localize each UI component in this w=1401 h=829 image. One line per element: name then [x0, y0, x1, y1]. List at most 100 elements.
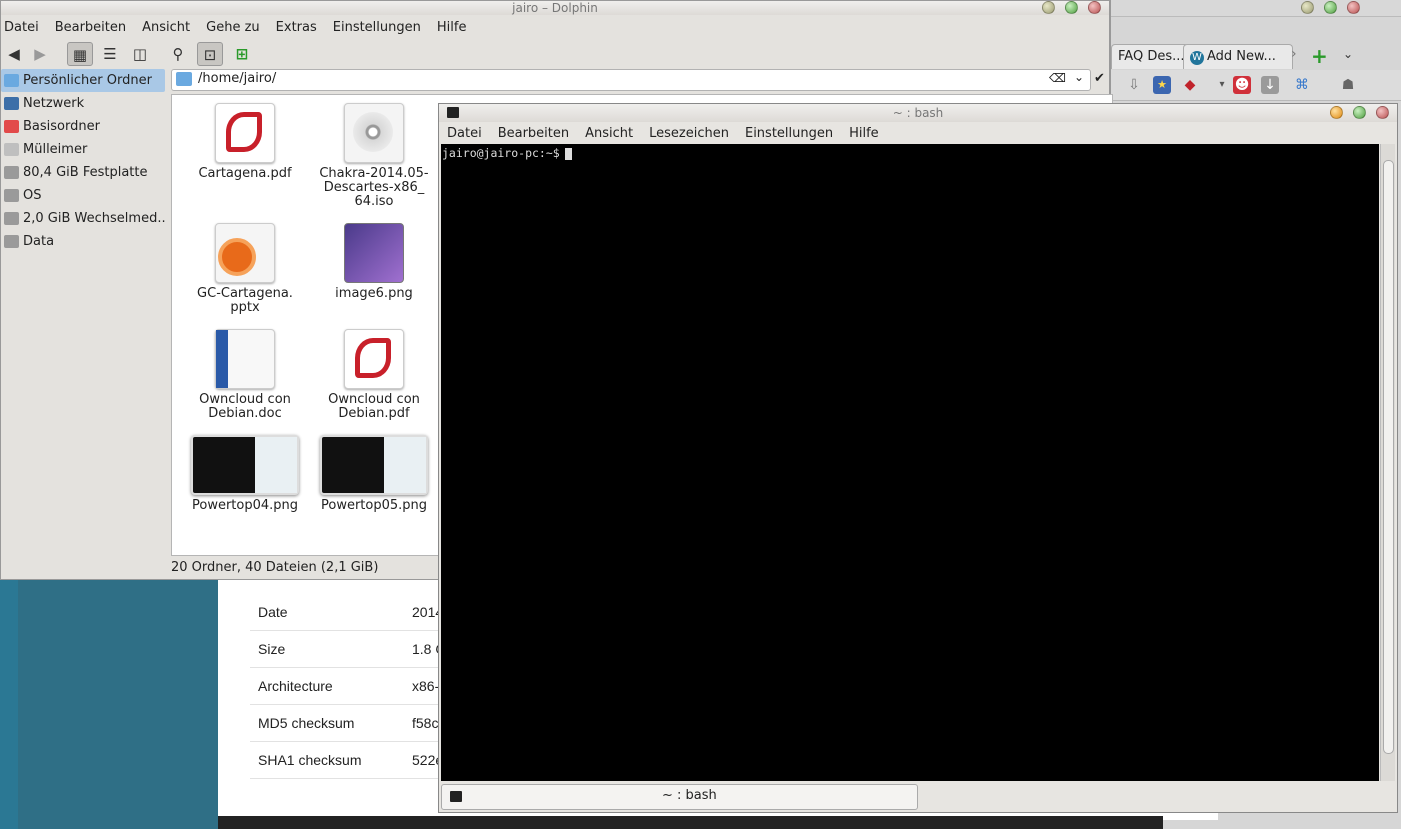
konsole-menubar: Datei Bearbeiten Ansicht Lesezeichen Einstel…	[439, 122, 1397, 144]
presentation-icon	[215, 223, 275, 283]
places-item[interactable]: Mülleimer	[1, 138, 165, 161]
pocket-icon[interactable]: ◆	[1181, 76, 1199, 94]
file-item[interactable]: GC-Cartagena. pptx	[185, 223, 305, 315]
clear-icon[interactable]: ⌫	[1049, 71, 1066, 85]
minimize-button[interactable]	[1300, 1, 1314, 14]
close-button[interactable]	[1347, 1, 1360, 14]
menu-item[interactable]: Hilfe	[437, 20, 467, 35]
browser-tab[interactable]: W Add New...	[1183, 44, 1293, 69]
pie-shape	[218, 238, 256, 276]
dropdown-arrow-icon[interactable]: ▾	[1213, 76, 1231, 94]
browser-toolbar: ⇩ ★ ◆ ▾ ☻ ↓ ⌘ ☗	[1111, 70, 1401, 101]
menu-item[interactable]: Bearbeiten	[498, 126, 569, 141]
location-bar[interactable]: /home/jairo/ ⌫ ⌄	[171, 69, 1091, 91]
png-icon	[344, 223, 404, 283]
file-item[interactable]: Owncloud con Debian.pdf	[314, 329, 434, 421]
terminal-app-icon	[447, 107, 459, 118]
file-item[interactable]: Chakra-2014.05- Descartes-x86_ 64.iso	[314, 103, 434, 209]
place-icon	[4, 143, 19, 156]
place-label: 2,0 GiB Wechselmed...	[23, 211, 165, 226]
icons-view-icon[interactable]: ▦	[67, 42, 93, 66]
file-name: Debian.pdf	[338, 406, 410, 421]
terminal-scrollbar[interactable]	[1380, 144, 1395, 781]
bookmark-star-icon[interactable]: ★	[1153, 76, 1171, 94]
menu-item[interactable]: Bearbeiten	[55, 20, 126, 35]
file-item[interactable]: image6.png	[314, 223, 434, 301]
places-item[interactable]: 80,4 GiB Festplatte	[1, 161, 165, 184]
chevron-down-icon[interactable]: ⌄	[1343, 47, 1353, 61]
file-name: Debian.doc	[208, 406, 282, 421]
ghost-icon[interactable]: ☗	[1339, 76, 1357, 94]
menu-item[interactable]: Einstellungen	[745, 126, 833, 141]
status-text: 20 Ordner, 40 Dateien (2,1 GiB)	[171, 560, 379, 575]
place-icon	[4, 97, 19, 110]
konsole-titlebar: ~ : bash	[439, 104, 1397, 122]
places-item[interactable]: Basisordner	[1, 115, 165, 138]
row-value: x86-	[412, 678, 440, 694]
file-name: Chakra-2014.05-	[319, 166, 429, 181]
file-item[interactable]: Powertop04.png	[185, 435, 305, 513]
details-view-icon[interactable]: ☰	[97, 42, 123, 66]
place-icon	[4, 120, 19, 133]
session-tab[interactable]: ~ : bash	[441, 784, 918, 810]
text-cursor	[564, 147, 572, 160]
places-item[interactable]: Netzwerk	[1, 92, 165, 115]
terminal-area[interactable]: jairo@jairo-pc:~$	[441, 144, 1379, 781]
menu-item[interactable]: Datei	[447, 126, 482, 141]
maximize-button[interactable]	[1323, 1, 1337, 14]
file-item[interactable]: Cartagena.pdf	[185, 103, 305, 181]
file-item[interactable]: Powertop05.png	[314, 435, 434, 513]
split-view-icon[interactable]: ◫	[127, 42, 153, 66]
close-button[interactable]	[1088, 1, 1101, 14]
browser-tab[interactable]: FAQ Des...	[1111, 44, 1189, 69]
places-item[interactable]: Data	[1, 230, 165, 253]
konsole-window: ~ : bash Datei Bearbeiten Ansicht Lesezeich…	[438, 103, 1398, 813]
new-tab-icon[interactable]: ⊞	[229, 42, 255, 66]
wordpress-icon: W	[1190, 51, 1204, 65]
minimize-button[interactable]	[1042, 1, 1056, 14]
menu-item[interactable]: Lesezeichen	[649, 126, 729, 141]
close-button[interactable]	[1376, 106, 1389, 119]
chevron-right-icon[interactable]: ›	[1291, 46, 1297, 62]
minimize-button[interactable]	[1330, 106, 1344, 119]
place-icon	[4, 74, 19, 87]
screenshot-thumb	[320, 435, 428, 495]
places-item[interactable]: 2,0 GiB Wechselmed...	[1, 207, 165, 230]
menu-item[interactable]: Gehe zu	[206, 20, 260, 35]
network-icon[interactable]: ⌘	[1293, 76, 1311, 94]
menu-item[interactable]: Ansicht	[585, 126, 633, 141]
menu-item[interactable]: Ansicht	[142, 20, 190, 35]
window-title: jairo – Dolphin	[512, 1, 598, 15]
back-arrow-icon[interactable]: ◀	[1, 42, 27, 66]
menu-item[interactable]: Extras	[276, 20, 317, 35]
search-icon[interactable]: ⚲	[165, 42, 191, 66]
download-icon[interactable]: ↓	[1261, 76, 1279, 94]
folder-icon	[176, 72, 192, 86]
places-item[interactable]: OS	[1, 184, 165, 207]
scrollbar-thumb[interactable]	[1383, 160, 1394, 754]
screenshot-thumb	[191, 435, 299, 495]
maximize-button[interactable]	[1353, 106, 1367, 119]
desktop-background	[0, 580, 18, 829]
forward-arrow-icon[interactable]: ▶	[27, 42, 53, 66]
place-label: Mülleimer	[23, 142, 88, 157]
menu-item[interactable]: Einstellungen	[333, 20, 421, 35]
row-key: MD5 checksum	[258, 715, 355, 731]
pdf-icon	[344, 329, 404, 389]
confirm-check-icon[interactable]: ✔	[1094, 71, 1105, 86]
menu-item[interactable]: Hilfe	[849, 126, 879, 141]
menu-item[interactable]: Datei	[4, 20, 39, 35]
maximize-button[interactable]	[1065, 1, 1079, 14]
file-item[interactable]: Owncloud con Debian.doc	[185, 329, 305, 421]
pdf-icon	[215, 103, 275, 163]
thumb-panel	[255, 437, 297, 493]
new-tab-icon[interactable]: +	[1311, 44, 1328, 68]
extension-face-icon[interactable]: ☻	[1233, 76, 1251, 94]
chevron-down-icon[interactable]: ⌄	[1074, 70, 1084, 84]
location-path[interactable]: /home/jairo/	[198, 71, 276, 86]
file-name: image6.png	[335, 286, 413, 301]
browser-titlebar	[1111, 0, 1401, 17]
places-item[interactable]: Persönlicher Ordner	[1, 69, 165, 92]
preview-icon[interactable]: ⊡	[197, 42, 223, 66]
download-arrow-icon[interactable]: ⇩	[1125, 76, 1143, 94]
